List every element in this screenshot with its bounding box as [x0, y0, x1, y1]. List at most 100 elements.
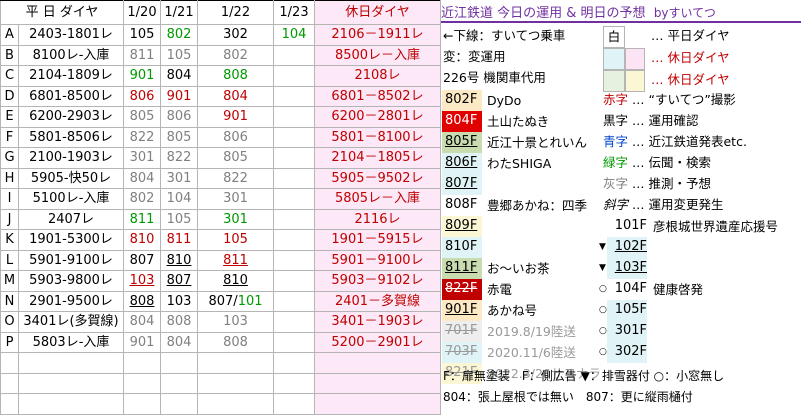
table-cell: 2901-9500レ — [18, 290, 124, 312]
table-cell: 301 — [160, 167, 198, 189]
table-cell — [273, 106, 315, 128]
schedule-table: 平 日 ダイヤ 1/20 1/21 1/22 1/23 休日ダイヤ A 2403-… — [0, 0, 441, 415]
legend-green-text: … 伝聞・検索 — [632, 155, 711, 170]
table-cell: 302 — [197, 24, 274, 46]
table-cell: 6801-8500レ — [18, 85, 124, 107]
legend-change: 変：変運用 — [443, 49, 506, 64]
car-name: 2020.11/6陸送 — [487, 345, 576, 360]
table-row: C 2104-1809レ 901 804 808 2108レ — [0, 65, 441, 87]
table-row: L 5901-9100レ 807 810 811 5901－9100レ — [0, 249, 441, 271]
table-cell: C — [0, 65, 19, 87]
empty-row — [0, 372, 441, 394]
table-cell: 3401－1903レ — [314, 311, 441, 333]
table-cell — [273, 229, 315, 251]
table-cell: 5801－8100レ — [314, 126, 441, 148]
legend-blue: 青字 — [603, 134, 629, 149]
table-cell: 5905-快50レ — [18, 167, 124, 189]
table-cell — [273, 270, 315, 292]
legend-weekday: … 平日ダイヤ — [651, 28, 730, 43]
table-cell: 5903－9102レ — [314, 270, 441, 292]
legend-gray-text: … 推測・予想 — [632, 176, 711, 191]
car-name: 豊郷あかね：四季 — [487, 198, 588, 213]
table-cell — [273, 65, 315, 87]
table-cell: 5803レ-入庫 — [18, 331, 124, 353]
car-name: 近江十景とれいん — [487, 135, 588, 150]
table-cell: 2401－多賀線 — [314, 290, 441, 312]
table-cell: 5901-9100レ — [18, 249, 124, 271]
no-window-icon: ○ — [599, 305, 607, 315]
table-cell: 5200－2901レ — [314, 331, 441, 353]
legend-holiday-2: … 休日ダイヤ — [651, 72, 730, 87]
table-cell: 802 — [123, 188, 161, 210]
header-holiday: 休日ダイヤ — [314, 0, 441, 25]
no-window-icon: ○ — [599, 326, 607, 336]
car-name: 土山たぬき — [487, 114, 550, 129]
table-cell: 103 — [123, 270, 161, 292]
table-cell — [273, 167, 315, 189]
car-code: 802F — [442, 90, 482, 111]
table-cell: 808 — [197, 65, 274, 87]
table-cell: 808 — [123, 290, 161, 312]
table-row: P 5803レ-入庫 901 804 808 5200－2901レ — [0, 331, 441, 353]
car-name: DyDo — [487, 93, 522, 108]
white-swatch: 白 — [603, 26, 625, 48]
header-row: 平 日 ダイヤ 1/20 1/21 1/22 1/23 休日ダイヤ — [0, 0, 441, 25]
car-code: 811F — [442, 258, 482, 279]
table-cell: 807 — [160, 270, 198, 292]
table-cell: 5801-8506レ — [18, 126, 124, 148]
table-cell: 811 — [123, 44, 161, 66]
table-cell: P — [0, 331, 19, 353]
table-cell: 901 — [160, 85, 198, 107]
car-name: わたSHIGA — [487, 156, 552, 171]
legend-green: 緑字 — [603, 155, 629, 170]
table-cell: 810 — [160, 249, 198, 271]
table-cell: E — [0, 106, 19, 128]
car-code: 901F — [442, 300, 482, 321]
table-cell: I — [0, 188, 19, 210]
table-cell: B — [0, 44, 19, 66]
table-cell: M — [0, 270, 19, 292]
table-cell: 811 — [123, 208, 161, 230]
plow-icon: ▼ — [599, 263, 606, 273]
table-cell: 804 — [197, 85, 274, 107]
table-row: N 2901-9500レ 808 103 807/101 2401－多賀線 — [0, 290, 441, 312]
car-code: 804F — [442, 111, 482, 132]
table-cell: 807/101 — [197, 290, 274, 312]
car-code: 822F — [442, 279, 482, 300]
table-cell: D — [0, 85, 19, 107]
table-row: B 8100レ-入庫 811 105 802 8500レ－入庫 — [0, 44, 441, 66]
table-row: H 5905-快50レ 804 301 822 5905－9502レ — [0, 167, 441, 189]
table-cell: 301 — [123, 147, 161, 169]
table-cell: 807 — [123, 249, 161, 271]
pink-swatch — [625, 48, 645, 70]
table-cell: L — [0, 249, 19, 271]
cyan-swatch — [603, 48, 625, 70]
table-cell: 104 — [273, 24, 315, 46]
legend-italic-text: … 運用変更発生 — [632, 197, 724, 212]
table-cell: 802 — [160, 24, 198, 46]
table-cell: 2100-1903レ — [18, 147, 124, 169]
table-cell: 2104－1805レ — [314, 147, 441, 169]
table-cell: 2108レ — [314, 65, 441, 87]
table-cell: 1901－5915レ — [314, 229, 441, 251]
table-cell: 806 — [160, 106, 198, 128]
table-cell: 805 — [160, 126, 198, 148]
car-code: 302F — [607, 342, 647, 363]
legend-black: 黒字 — [603, 113, 629, 128]
table-row: E 6200-2903レ 805 806 901 6200－2801レ — [0, 106, 441, 128]
table-cell: 105 — [160, 208, 198, 230]
table-cell — [273, 147, 315, 169]
table-cell: 105 — [160, 44, 198, 66]
table-cell: 822 — [123, 126, 161, 148]
table-cell: 808 — [197, 331, 274, 353]
legend-red-text: … “すいてつ”撮影 — [632, 92, 736, 107]
table-cell — [273, 249, 315, 271]
table-cell: 806 — [123, 85, 161, 107]
table-cell: 901 — [197, 106, 274, 128]
table-cell: F — [0, 126, 19, 148]
table-row: O 3401レ(多賀線) 804 808 103 3401－1903レ — [0, 311, 441, 333]
table-row: D 6801-8500レ 806 901 804 6801－8502レ — [0, 85, 441, 107]
table-cell: 804 — [123, 311, 161, 333]
table-cell: 2403-1801レ — [18, 24, 124, 46]
table-cell: G — [0, 147, 19, 169]
